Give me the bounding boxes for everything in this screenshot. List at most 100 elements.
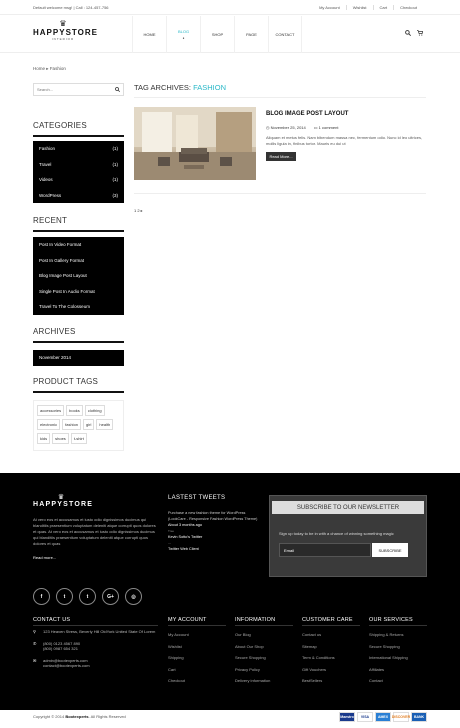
contact-address: 123 Heaven Stress, Beverly Hill OldYork … bbox=[43, 629, 156, 634]
wishlist-link[interactable]: Wishlist bbox=[345, 5, 373, 10]
footer-link[interactable]: Affiliates bbox=[369, 664, 427, 676]
newsletter-email-input[interactable]: Email bbox=[279, 543, 371, 557]
top-bar-content: Default welcome msg! | Call : 124-457-75… bbox=[0, 0, 460, 15]
recent-post-item[interactable]: Single Post In Audio Format bbox=[33, 284, 124, 300]
tumblr-icon[interactable]: t bbox=[79, 588, 96, 605]
footer-column-title: CUSTOMER CARE bbox=[302, 617, 353, 623]
tag[interactable]: fashion bbox=[62, 419, 82, 430]
footer-link[interactable]: Contact bbox=[369, 675, 427, 687]
footer-link[interactable]: BestSellers bbox=[302, 675, 360, 687]
tweet-client[interactable]: Twitter Web Client bbox=[168, 546, 263, 552]
category-item[interactable]: Fashion (1) bbox=[33, 141, 124, 157]
category-item[interactable]: WordPress (3) bbox=[33, 188, 124, 204]
breadcrumb-current: Fashion bbox=[49, 66, 66, 71]
footer-logo-name: HAPPYSTORE bbox=[33, 501, 94, 508]
recent-post-item[interactable]: Post In Gallery Format bbox=[33, 253, 124, 269]
recent-title: RECENT bbox=[33, 216, 68, 225]
category-count: (1) bbox=[112, 177, 119, 183]
nav-shop[interactable]: SHOP bbox=[200, 16, 234, 53]
contact-email[interactable]: admin@bootexperts.com bbox=[43, 658, 88, 663]
archive-item[interactable]: November 2014 bbox=[33, 350, 124, 366]
payment-methods: Maestro VISA AMEX DISCOVER BANK bbox=[339, 712, 427, 722]
footer-link[interactable]: My Account bbox=[168, 629, 226, 641]
tag[interactable]: accessories bbox=[37, 405, 65, 416]
dribbble-icon[interactable]: ◎ bbox=[125, 588, 142, 605]
tweets-list: Purchase a new fashion theme for WordPre… bbox=[168, 510, 263, 552]
footer-link[interactable]: Contact us bbox=[302, 629, 360, 641]
copyright-brand[interactable]: Bootexperts bbox=[65, 714, 88, 719]
tag[interactable]: electronic bbox=[37, 419, 61, 430]
cart-icon[interactable] bbox=[417, 30, 424, 38]
breadcrumb-home[interactable]: Home bbox=[33, 66, 45, 71]
archive-heading: TAG ARCHIVES: FASHION bbox=[134, 83, 426, 92]
search-icon[interactable] bbox=[115, 87, 121, 94]
footer-link[interactable]: Privacy Policy bbox=[235, 664, 293, 676]
bank-card-icon: BANK bbox=[411, 712, 427, 722]
footer-link[interactable]: About Our Shop bbox=[235, 641, 293, 653]
footer-column-rule bbox=[235, 625, 293, 626]
footer-link[interactable]: Gift Vouchers bbox=[302, 664, 360, 676]
maestro-card-icon: Maestro bbox=[339, 712, 355, 722]
tag[interactable]: girl bbox=[83, 419, 95, 430]
tag[interactable]: books bbox=[66, 405, 83, 416]
footer-link[interactable]: Checkout bbox=[168, 675, 226, 687]
footer-link[interactable]: Delivery information bbox=[235, 675, 293, 687]
footer-link[interactable]: Sitemap bbox=[302, 641, 360, 653]
footer-link[interactable]: Shipping bbox=[168, 652, 226, 664]
tag[interactable]: clothing bbox=[84, 405, 105, 416]
tag[interactable]: health bbox=[96, 419, 114, 430]
categories-list: Fashion (1) Travel (1) Videos (1) WordPress… bbox=[33, 141, 124, 203]
footer-column-information: INFORMATION Our Blog About Our Shop Secu… bbox=[235, 617, 293, 687]
nav-page[interactable]: PAGE bbox=[234, 16, 268, 53]
footer-link[interactable]: Term & Conditions bbox=[302, 652, 360, 664]
nav-blog[interactable]: BLOG ● bbox=[166, 16, 200, 53]
post-comments[interactable]: ▭ 1 comment bbox=[314, 125, 339, 130]
footer-link[interactable]: Shipping & Returns bbox=[369, 629, 427, 641]
category-item[interactable]: Travel (1) bbox=[33, 157, 124, 173]
tag[interactable]: kids bbox=[37, 433, 51, 444]
search-input[interactable] bbox=[34, 84, 114, 95]
archives-title: ARCHIVES bbox=[33, 327, 76, 336]
footer-link[interactable]: Our Blog bbox=[235, 629, 293, 641]
recent-post-item[interactable]: Blog Image Post Layout bbox=[33, 268, 124, 284]
tag[interactable]: shoes bbox=[52, 433, 69, 444]
subscribe-button[interactable]: SUBSCRIBE bbox=[372, 543, 408, 557]
copyright-suffix: . All Rights Reserved bbox=[88, 714, 126, 719]
footer-link[interactable]: Cart bbox=[168, 664, 226, 676]
recent-post-item[interactable]: Travel To The Colosseum bbox=[33, 299, 124, 315]
post-date-text: November 25, 2014 bbox=[270, 125, 306, 130]
post-title[interactable]: BLOG IMAGE POST LAYOUT bbox=[266, 111, 348, 117]
pagination[interactable]: 1 2 ▸ bbox=[134, 208, 143, 213]
read-more-button[interactable]: Read More... bbox=[266, 152, 296, 161]
checkout-link[interactable]: Checkout bbox=[393, 5, 423, 10]
cart-link[interactable]: Cart bbox=[372, 5, 394, 10]
contact-email[interactable]: contact@bootexperts.com bbox=[43, 663, 90, 668]
nav-home[interactable]: HOME bbox=[132, 16, 166, 53]
tag[interactable]: t-shirt bbox=[70, 433, 87, 444]
footer-link[interactable]: Wishlist bbox=[168, 641, 226, 653]
product-tags-rule bbox=[33, 391, 124, 393]
crown-icon: ♛ bbox=[59, 19, 67, 28]
footer-link[interactable]: Secure Shopping bbox=[235, 652, 293, 664]
breadcrumb-separator: ▸ bbox=[46, 66, 49, 71]
footer-read-more[interactable]: Read more... bbox=[33, 555, 56, 560]
search-icon[interactable] bbox=[405, 30, 412, 38]
category-item[interactable]: Videos (1) bbox=[33, 172, 124, 188]
footer-link[interactable]: Secure Shopping bbox=[369, 641, 427, 653]
site-logo[interactable]: ♛ HAPPYSTORE INTERIOR bbox=[33, 19, 97, 42]
product-tags-title: PRODUCT TAGS bbox=[33, 377, 99, 386]
email-icon: ✉ bbox=[33, 657, 37, 663]
footer-column-our-services: OUR SERVICES Shipping & Returns Secure S… bbox=[369, 617, 427, 687]
recent-post-item[interactable]: Post In Video Format bbox=[33, 237, 124, 253]
footer-logo[interactable]: ♛ HAPPYSTORE bbox=[33, 494, 93, 508]
post-featured-image[interactable] bbox=[134, 107, 256, 180]
nav-contact[interactable]: CONTACT bbox=[268, 16, 302, 53]
archive-heading-prefix: TAG ARCHIVES: bbox=[134, 83, 191, 92]
facebook-icon[interactable]: f bbox=[33, 588, 50, 605]
my-account-link[interactable]: My Account bbox=[313, 5, 346, 10]
google-plus-icon[interactable]: G+ bbox=[102, 588, 119, 605]
post-divider bbox=[134, 193, 426, 194]
twitter-icon[interactable]: t bbox=[56, 588, 73, 605]
category-label: Videos bbox=[39, 177, 53, 183]
footer-link[interactable]: International Shipping bbox=[369, 652, 427, 664]
